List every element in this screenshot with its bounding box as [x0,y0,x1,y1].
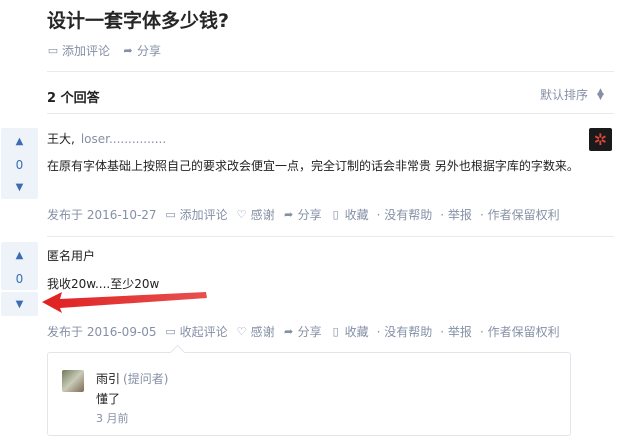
comment-author-role: (提问者) [123,372,169,386]
comment-label: 添加评论 [179,208,228,222]
answer-actions: 发布于 2016-10-27 ▭ 添加评论 ♡ 感谢 ➦ 分享 ▯ 收藏 · 没有帮助 … [47,206,568,223]
avatar[interactable] [62,370,84,392]
heart-icon: ♡ [236,325,247,338]
thanks-button[interactable]: ♡ 感谢 [236,206,275,223]
comment-text: 懂了 [96,392,121,406]
copyright-link[interactable]: · 作者保留权利 [480,206,560,223]
no-help-label: 没有帮助 [384,325,433,339]
vote-widget: ▲ 0 [1,242,38,290]
no-help-button[interactable]: · 没有帮助 [377,206,433,223]
answers-count: 2 个回答 [47,91,100,106]
answer-author: 匿名用户 [47,247,95,264]
publish-date[interactable]: 发布于 2016-10-27 [47,206,157,223]
comment-label: 收起评论 [179,325,228,339]
add-comment-label: 添加评论 [62,44,111,58]
no-help-button[interactable]: · 没有帮助 [377,323,433,340]
arrow-down-icon: ▼ [15,181,24,193]
arrow-up-icon: ▲ [15,135,24,147]
vote-widget: ▲ 0 [1,128,38,176]
sort-label: 默认排序 [540,88,589,102]
divider [47,236,614,237]
collect-button[interactable]: ▯ 收藏 [330,323,369,340]
collect-button[interactable]: ▯ 收藏 [330,206,369,223]
share-label: 分享 [297,208,322,222]
author-name[interactable]: 王大, [47,132,75,146]
annotation-arrow-icon [42,292,207,313]
sort-dropdown[interactable]: 默认排序 ▲ ▼ [540,86,604,103]
report-label: 举报 [447,325,472,339]
question-actions: ▭ 添加评论 ➦ 分享 [47,42,173,59]
bookmark-icon: ▯ [332,325,339,338]
copyright-link[interactable]: · 作者保留权利 [480,323,560,340]
comment-author: 雨引 (提问者) [96,370,168,387]
arrow-up-icon: ▲ [15,249,24,261]
thanks-label: 感谢 [250,325,275,339]
collapse-comment-button[interactable]: ▭ 收起评论 [165,323,228,340]
copyright-label: 作者保留权利 [487,208,560,222]
arrow-down-icon: ▼ [15,298,24,310]
umbrella-logo-icon: ✲ [593,130,608,149]
collect-label: 收藏 [344,325,369,339]
copyright-label: 作者保留权利 [487,325,560,339]
bookmark-icon: ▯ [332,208,339,221]
no-help-label: 没有帮助 [384,208,433,222]
report-label: 举报 [447,208,472,222]
comment-icon: ▭ [165,325,176,338]
add-comment-button[interactable]: ▭ 添加评论 [47,42,110,59]
divider [47,113,614,114]
sort-icon: ▲ ▼ [597,86,604,102]
thanks-button[interactable]: ♡ 感谢 [236,323,275,340]
answer-content: 在原有字体基础上按照自己的要求改会便宜一点，完全订制的话会非常贵 另外也根据字库… [47,159,579,173]
publish-date[interactable]: 发布于 2016-09-05 [47,323,157,340]
comment-icon: ▭ [165,208,176,221]
avatar[interactable]: ✲ [589,128,612,151]
answer-actions: 发布于 2016-09-05 ▭ 收起评论 ♡ 感谢 ➦ 分享 ▯ 收藏 · 没有帮助 … [47,323,568,340]
report-button[interactable]: · 举报 [440,323,472,340]
comment-time: 3 月前 [96,412,129,425]
divider [47,71,614,72]
question-title: 设计一套字体多少钱? [47,10,230,32]
upvote-button[interactable]: ▲ [1,242,38,268]
share-icon: ➦ [283,325,294,338]
upvote-button[interactable]: ▲ [1,128,38,154]
share-button[interactable]: ➦ 分享 [122,42,161,59]
thanks-label: 感谢 [250,208,275,222]
share-button[interactable]: ➦ 分享 [283,206,322,223]
comment-author-name[interactable]: 雨引 [96,372,120,386]
heart-icon: ♡ [236,208,247,221]
share-button[interactable]: ➦ 分享 [283,323,322,340]
share-icon: ➦ [283,208,294,221]
share-icon: ➦ [123,44,133,57]
downvote-button[interactable]: ▼ [1,175,38,199]
author-name: 匿名用户 [47,249,96,263]
author-bio: loser............... [80,132,167,146]
collect-label: 收藏 [344,208,369,222]
vote-count: 0 [15,158,24,172]
comment-button[interactable]: ▭ 添加评论 [165,206,228,223]
downvote-button[interactable]: ▼ [1,292,38,316]
share-label: 分享 [137,44,162,58]
share-label: 分享 [297,325,322,339]
answer-author: 王大, loser............... [47,130,166,147]
vote-count: 0 [15,272,24,286]
report-button[interactable]: · 举报 [440,206,472,223]
comment-icon: ▭ [47,44,59,57]
